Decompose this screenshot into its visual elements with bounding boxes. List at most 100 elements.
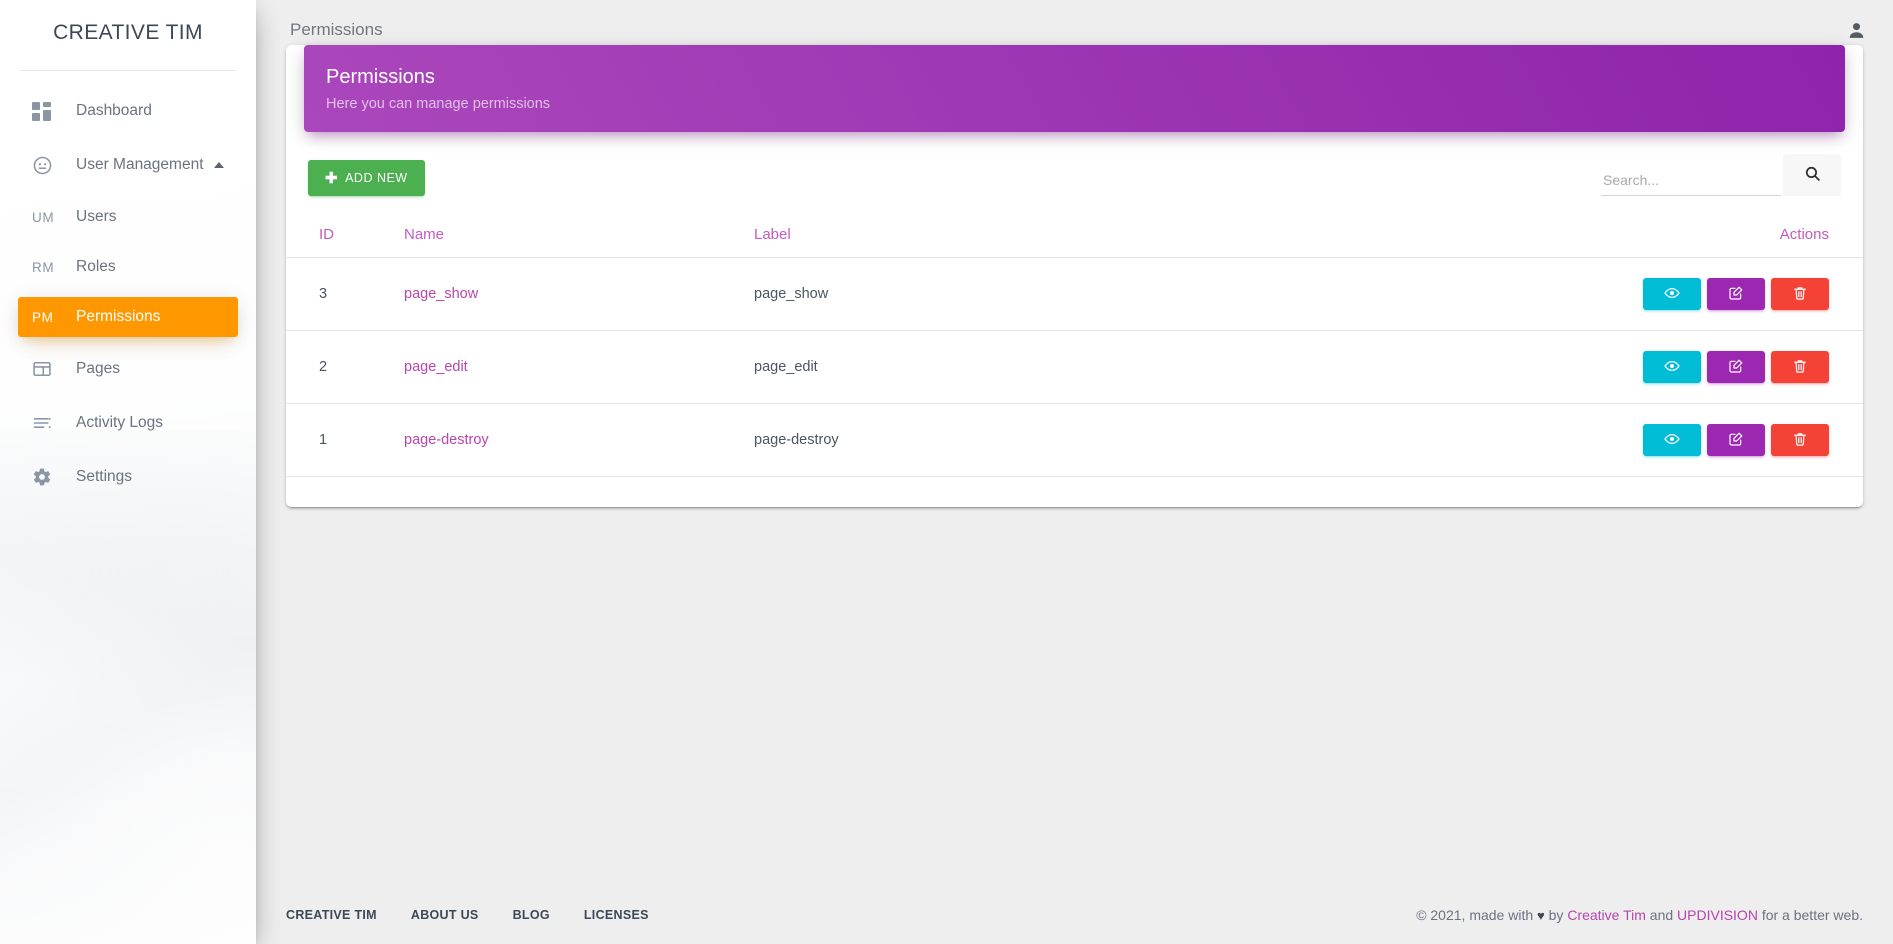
sidebar-item-users[interactable]: UM Users (18, 197, 238, 237)
search-area (1601, 154, 1841, 196)
delete-button[interactable] (1771, 351, 1829, 383)
card-subtitle: Here you can manage permissions (326, 96, 551, 112)
plus-icon: ✚ (325, 169, 339, 187)
sidebar-item-mini-label: UM (32, 209, 55, 225)
pages-layout-icon (32, 359, 62, 379)
pencil-square-icon (1728, 431, 1744, 450)
footer-copyright: © 2021, made with ♥ by Creative Tim and … (1416, 907, 1863, 923)
search-icon (1804, 165, 1821, 185)
footer: CREATIVE TIM ABOUT US BLOG LICENSES © 20… (256, 886, 1893, 944)
cell-label: page-destroy (746, 403, 1089, 477)
footer-brand-updivision[interactable]: UPDIVISION (1677, 907, 1758, 923)
footer-links: CREATIVE TIM ABOUT US BLOG LICENSES (286, 908, 649, 922)
list-lines-icon (32, 413, 62, 433)
pencil-square-icon (1728, 358, 1744, 377)
table-row: 3 page_show page_show (286, 257, 1863, 331)
table-header-row: ID Name Label Actions (286, 212, 1863, 258)
sidebar-item-label: Roles (76, 258, 116, 275)
pencil-square-icon (1728, 285, 1744, 304)
table-row: 1 page-destroy page-destroy (286, 403, 1863, 477)
search-input[interactable] (1601, 166, 1781, 196)
trash-icon (1792, 431, 1808, 450)
row-action-group (1643, 424, 1829, 456)
delete-button[interactable] (1771, 278, 1829, 310)
cell-actions (1088, 403, 1863, 477)
copyright-and: and (1645, 907, 1678, 923)
sidebar-divider (20, 70, 236, 71)
sidebar-item-label: User Management (76, 156, 204, 173)
add-new-button[interactable]: ✚ ADD NEW (308, 160, 425, 196)
sidebar-item-settings[interactable]: Settings (18, 455, 238, 499)
eye-icon (1664, 431, 1680, 450)
cell-name: page_show (396, 257, 746, 331)
sidebar: CREATIVE TIM Dashboard User Management U… (0, 0, 256, 944)
cell-name: page_edit (396, 330, 746, 404)
gear-icon (32, 467, 62, 487)
page-title: Permissions (290, 20, 383, 39)
sidebar-item-label: Activity Logs (76, 414, 164, 431)
sidebar-item-label: Permissions (76, 308, 161, 325)
copyright-suffix: for a better web. (1757, 907, 1863, 923)
card-toolbar: ✚ ADD NEW (286, 132, 1863, 196)
cell-actions (1088, 257, 1863, 331)
view-button[interactable] (1643, 424, 1701, 456)
column-header-id: ID (286, 212, 396, 258)
sidebar-item-mini-label: PM (32, 309, 54, 325)
permission-name-link[interactable]: page-destroy (404, 432, 489, 448)
search-button[interactable] (1783, 154, 1841, 196)
table-body: 3 page_show page_show 2 page_edit page_e… (286, 257, 1863, 477)
footer-link-about-us[interactable]: ABOUT US (411, 908, 479, 922)
permission-name-link[interactable]: page_edit (404, 359, 468, 375)
table-head: ID Name Label Actions (286, 212, 1863, 258)
sidebar-item-mini-label: RM (32, 259, 55, 275)
sidebar-item-activity-logs[interactable]: Activity Logs (18, 401, 238, 445)
heart-icon: ♥ (1537, 908, 1545, 923)
view-button[interactable] (1643, 278, 1701, 310)
sidebar-item-roles[interactable]: RM Roles (18, 247, 238, 287)
edit-button[interactable] (1707, 424, 1765, 456)
row-action-group (1643, 278, 1829, 310)
edit-button[interactable] (1707, 351, 1765, 383)
footer-link-blog[interactable]: BLOG (513, 908, 550, 922)
sidebar-item-label: Users (76, 208, 117, 225)
sidebar-item-permissions[interactable]: PM Permissions (18, 297, 238, 337)
sidebar-item-pages[interactable]: Pages (18, 347, 238, 391)
column-header-name: Name (396, 212, 746, 258)
view-button[interactable] (1643, 351, 1701, 383)
delete-button[interactable] (1771, 424, 1829, 456)
brand-logo[interactable]: CREATIVE TIM (0, 0, 256, 60)
copyright-by: by (1544, 907, 1568, 923)
sidebar-item-user-management[interactable]: User Management (18, 143, 238, 187)
cell-id: 2 (286, 330, 396, 404)
footer-brand-creative-tim[interactable]: Creative Tim (1567, 907, 1646, 923)
copyright-prefix: © 2021, made with (1416, 907, 1538, 923)
cell-id: 1 (286, 403, 396, 477)
footer-link-creative-tim[interactable]: CREATIVE TIM (286, 908, 377, 922)
cell-label: page_edit (746, 330, 1089, 404)
edit-button[interactable] (1707, 278, 1765, 310)
eye-icon (1664, 358, 1680, 377)
add-new-button-label: ADD NEW (345, 171, 408, 185)
chevron-up-icon[interactable] (214, 162, 224, 168)
cell-id: 3 (286, 257, 396, 331)
sidebar-item-label: Settings (76, 468, 133, 485)
permission-name-link[interactable]: page_show (404, 286, 478, 302)
user-circle-icon (32, 155, 62, 176)
table-row: 2 page_edit page_edit (286, 330, 1863, 404)
column-header-actions: Actions (1088, 212, 1863, 258)
sidebar-item-label: Pages (76, 360, 120, 377)
eye-icon (1664, 285, 1680, 304)
permissions-table: ID Name Label Actions 3 page_show page_s… (286, 212, 1863, 477)
dashboard-grid-icon (32, 101, 62, 121)
sidebar-item-dashboard[interactable]: Dashboard (18, 89, 238, 133)
content-area: Permissions Here you can manage permissi… (256, 45, 1893, 507)
card-header: Permissions Here you can manage permissi… (304, 45, 1845, 132)
user-account-icon[interactable] (1846, 20, 1867, 41)
footer-link-licenses[interactable]: LICENSES (584, 908, 649, 922)
sidebar-nav: Dashboard User Management UM Users RM Ro… (0, 89, 256, 499)
column-header-label: Label (746, 212, 1089, 258)
sidebar-item-label: Dashboard (76, 102, 152, 119)
card-title: Permissions (326, 66, 435, 88)
trash-icon (1792, 285, 1808, 304)
row-action-group (1643, 351, 1829, 383)
